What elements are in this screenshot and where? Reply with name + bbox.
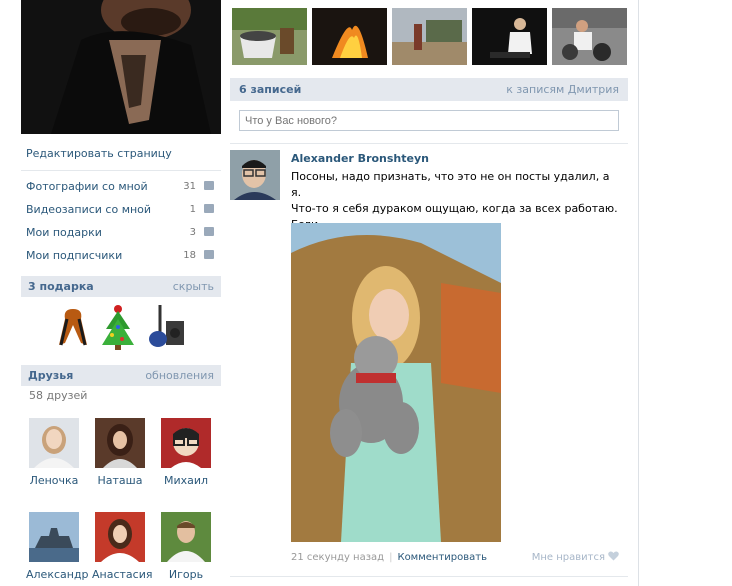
camera-icon — [204, 181, 214, 190]
edit-page-link[interactable]: Редактировать страницу — [26, 147, 172, 160]
friend-name[interactable]: Александр — [26, 568, 89, 581]
friend-name[interactable]: Игорь — [158, 568, 214, 581]
menu-count: 1 — [189, 203, 196, 215]
friend-avatar[interactable] — [161, 512, 211, 562]
comment-link[interactable]: Комментировать — [397, 552, 487, 563]
photo-thumbnail[interactable] — [472, 8, 547, 65]
gifts-header: 3 подарка скрыть — [21, 276, 221, 297]
friend-name[interactable]: Михаил — [158, 474, 214, 487]
menu-count: 31 — [183, 180, 196, 192]
wall-posts-count[interactable]: 6 записей — [239, 83, 301, 96]
christmas-tree-icon[interactable] — [98, 303, 138, 351]
film-icon — [204, 204, 214, 213]
photo-thumbnail[interactable] — [552, 8, 627, 65]
friends-count: 58 друзей — [29, 389, 88, 402]
menu-label: Фотографии со мной — [26, 179, 148, 193]
friend-name[interactable]: Леночка — [26, 474, 82, 487]
to-posts-link[interactable]: к записям Дмитрия — [506, 83, 619, 96]
menu-label: Мои подарки — [26, 225, 102, 239]
menu-label: Видеозаписи со мной — [26, 202, 152, 216]
friend-avatar[interactable] — [95, 512, 145, 562]
menu-my-gifts[interactable]: Мои подарки 3 — [26, 224, 214, 240]
friends-title[interactable]: Друзья — [28, 369, 73, 382]
friend-card[interactable]: Михаил — [158, 418, 214, 487]
menu-photos-with-me[interactable]: Фотографии со мной 31 — [26, 178, 214, 194]
divider — [230, 143, 628, 144]
like-button[interactable]: Мне нравится — [532, 551, 619, 564]
menu-videos-with-me[interactable]: Видеозаписи со мной 1 — [26, 201, 214, 217]
right-column: 6 записей к записям Дмитрия Alexander Br… — [230, 0, 628, 586]
friends-header: Друзья обновления — [21, 365, 221, 386]
divider — [21, 170, 221, 171]
post-photo[interactable] — [291, 223, 501, 542]
friend-card[interactable]: Игорь — [158, 512, 214, 581]
guitar-icon[interactable] — [146, 303, 186, 351]
post-footer: 21 секунду назад | Комментировать Мне нр… — [291, 551, 619, 564]
friend-card[interactable]: Анастасия — [92, 512, 152, 581]
menu-my-followers[interactable]: Мои подписчики 18 — [26, 247, 214, 263]
friend-avatar[interactable] — [29, 418, 79, 468]
friend-avatar[interactable] — [161, 418, 211, 468]
friend-card[interactable]: Леночка — [26, 418, 82, 487]
new-post-input[interactable] — [239, 110, 619, 131]
profile-avatar[interactable] — [21, 0, 221, 134]
wall-header: 6 записей к записям Дмитрия — [230, 78, 628, 101]
photo-thumbnail[interactable] — [232, 8, 307, 65]
friend-name[interactable]: Анастасия — [92, 568, 152, 581]
separator: | — [389, 552, 393, 563]
friend-card[interactable]: Александр — [26, 512, 89, 581]
photo-thumbnail[interactable] — [392, 8, 467, 65]
menu-label: Мои подписчики — [26, 248, 123, 262]
left-column: Редактировать страницу Фотографии со мно… — [21, 0, 221, 586]
gifts-title[interactable]: 3 подарка — [28, 280, 94, 293]
friend-avatar[interactable] — [95, 418, 145, 468]
post-author-name[interactable]: Alexander Bronshteyn — [291, 152, 429, 165]
friend-name[interactable]: Наташа — [92, 474, 148, 487]
like-label: Мне нравится — [531, 552, 605, 563]
gifts-hide-link[interactable]: скрыть — [173, 280, 214, 293]
photo-thumbnail[interactable] — [312, 8, 387, 65]
friends-updates-link[interactable]: обновления — [145, 369, 214, 382]
gift-icon — [204, 227, 214, 236]
page-border — [638, 0, 639, 586]
people-icon — [204, 250, 214, 259]
ribbon-icon[interactable] — [53, 303, 93, 351]
friend-card[interactable]: Наташа — [92, 418, 148, 487]
heart-icon — [608, 551, 619, 564]
divider — [230, 576, 628, 577]
post-time[interactable]: 21 секунду назад — [291, 552, 384, 563]
menu-count: 3 — [189, 226, 196, 238]
post-text-line: Посоны, надо признать, что это не он пос… — [291, 170, 610, 199]
friend-avatar[interactable] — [29, 512, 79, 562]
post-author-avatar[interactable] — [230, 150, 280, 200]
menu-count: 18 — [183, 249, 196, 261]
